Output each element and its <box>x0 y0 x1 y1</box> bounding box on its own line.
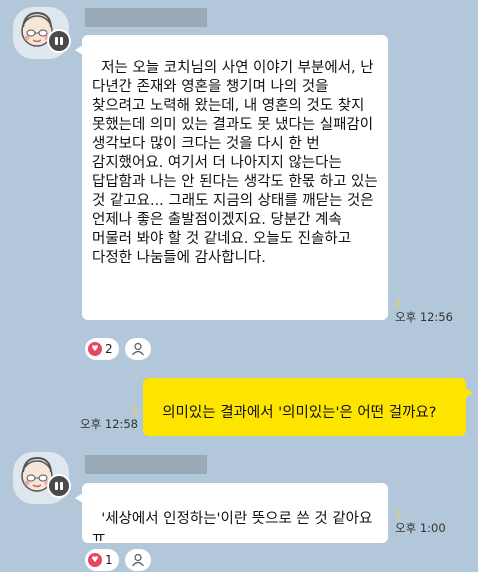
heart-reaction[interactable]: ♥ 1 <box>85 549 119 571</box>
person-icon <box>131 342 144 356</box>
headset-icon <box>47 474 71 498</box>
sender-name-redacted <box>85 455 207 474</box>
message-time: 오후 12:58 <box>80 417 138 431</box>
heart-icon: ♥ <box>88 553 102 567</box>
sender-name-redacted <box>85 8 207 27</box>
headset-icon <box>47 29 71 53</box>
message-meta: 2 오후 1:00 <box>395 509 446 535</box>
message-text: 의미있는 결과에서 '의미있는'은 어떤 걸까요? <box>162 405 437 421</box>
person-icon <box>131 553 144 567</box>
reaction-users-button[interactable] <box>124 338 151 360</box>
reaction-users-button[interactable] <box>124 549 151 571</box>
message-meta: 2 오후 12:56 <box>395 298 453 324</box>
reaction-bar: ♥ 1 <box>85 548 151 572</box>
sender-avatar[interactable] <box>13 7 71 59</box>
message-text: 저는 오늘 코치님의 사연 이야기 부분에서, 난 다년간 존재와 영혼을 챙기… <box>92 60 383 266</box>
reaction-count: 1 <box>105 553 113 567</box>
sender-avatar[interactable] <box>13 452 71 504</box>
message-bubble-received[interactable]: '세상에서 인정하는'이란 뜻으로 쓴 것 같아요 ㅠ <box>75 483 388 546</box>
message-text: '세상에서 인정하는'이란 뜻으로 쓴 것 같아요 ㅠ <box>92 511 377 546</box>
message-time: 오후 12:56 <box>395 310 453 324</box>
heart-icon: ♥ <box>88 342 102 356</box>
message-meta: 2 오후 12:58 <box>76 405 138 431</box>
reaction-count: 2 <box>105 342 113 356</box>
message-time: 오후 1:00 <box>395 521 446 535</box>
reaction-bar: ♥ 2 <box>85 337 151 361</box>
message-bubble-received[interactable]: 저는 오늘 코치님의 사연 이야기 부분에서, 난 다년간 존재와 영혼을 챙기… <box>75 35 388 320</box>
message-bubble-sent[interactable]: 의미있는 결과에서 '의미있는'은 어떤 걸까요? <box>143 378 473 436</box>
heart-reaction[interactable]: ♥ 2 <box>85 338 119 360</box>
